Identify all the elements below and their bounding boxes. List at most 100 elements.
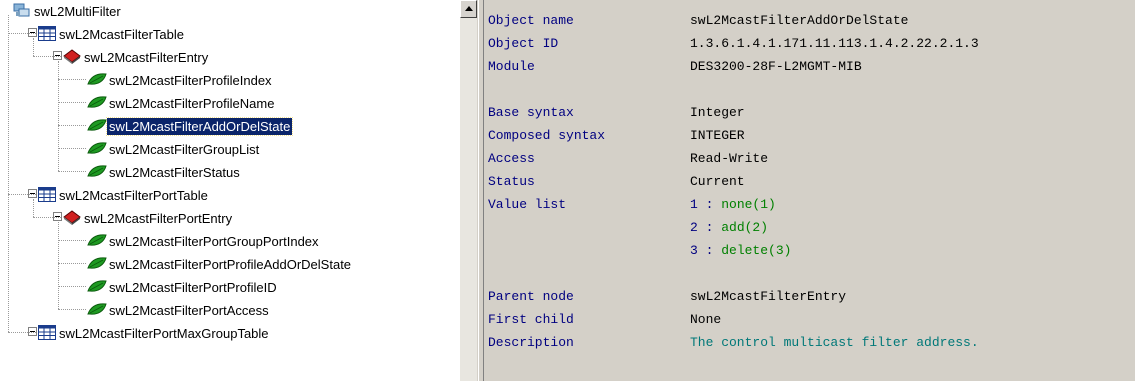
tree-node[interactable]: swL2McastFilterPortProfileAddOrDelState [107, 252, 353, 275]
tree-guide-line [58, 79, 86, 80]
table-icon [38, 25, 56, 46]
leaf-icon [87, 72, 107, 91]
tree-guide-line [8, 33, 36, 34]
leaf-icon [87, 164, 107, 183]
base-syntax-value: Integer [690, 105, 745, 120]
tree-guide-line [33, 38, 34, 56]
tree-node-label: swL2McastFilterPortTable [59, 187, 208, 203]
object-id-value: 1.3.6.1.4.1.171.11.113.1.4.2.22.2.1.3 [690, 36, 979, 51]
tree-guide-line [58, 102, 86, 103]
tree-guide-line [58, 222, 59, 309]
tree-node[interactable]: swL2McastFilterPortMaxGroupTable [57, 321, 271, 344]
tree-node[interactable]: swL2McastFilterPortAccess [107, 298, 271, 321]
object-name-value: swL2McastFilterAddOrDelState [690, 13, 909, 28]
parent-node-key: Parent node [488, 289, 574, 304]
object-name-key: Object name [488, 13, 574, 28]
tree-node-label: swL2McastFilterProfileName [109, 95, 275, 111]
tree-node-label: swL2McastFilterAddOrDelState [105, 116, 294, 136]
value-list-number: 2 : [690, 220, 714, 235]
tree-node-label: swL2McastFilterPortProfileAddOrDelState [109, 256, 352, 272]
table-icon [38, 324, 56, 345]
tree-node[interactable]: swL2McastFilterGroupList [107, 137, 261, 160]
tree-guide-line [58, 309, 86, 310]
scroll-up-button[interactable] [460, 0, 477, 18]
first-child-key: First child [488, 312, 574, 327]
tree-node-label: swL2McastFilterProfileIndex [109, 72, 272, 88]
tree-guide-line [58, 171, 86, 172]
value-list-number: 3 : [690, 243, 714, 258]
tree-node[interactable]: swL2McastFilterPortEntry [82, 206, 234, 229]
tree-node[interactable]: swL2McastFilterProfileName [107, 91, 276, 114]
tree-guide-line [8, 15, 9, 332]
tree-guide-line [8, 332, 36, 333]
tree-node[interactable]: swL2McastFilterPortTable [57, 183, 210, 206]
tree-node-label: swL2McastFilterPortAccess [109, 302, 269, 318]
tree-guide-line [58, 148, 86, 149]
description-value: The control multicast filter address. [690, 335, 979, 350]
leaf-icon [87, 279, 107, 298]
tree-node-label: swL2McastFilterEntry [84, 49, 209, 65]
tree-node-label: swL2McastFilterGroupList [109, 141, 260, 157]
tree-node-selected[interactable]: swL2McastFilterAddOrDelState [105, 114, 294, 137]
access-key: Access [488, 151, 535, 166]
tree-node-label: swL2McastFilterPortProfileID [109, 279, 277, 295]
value-list-item: 1 : none(1) [690, 193, 776, 216]
tree-guide-line [8, 194, 36, 195]
entry-icon [62, 209, 82, 230]
tree-node-label: swL2McastFilterTable [59, 26, 184, 42]
status-key: Status [488, 174, 535, 189]
value-list-label: none(1) [721, 197, 776, 212]
value-list-item: 3 : delete(3) [690, 239, 791, 262]
value-list-label: add(2) [721, 220, 769, 235]
tree-guide-line [58, 61, 59, 171]
tree-guide-line [33, 56, 61, 57]
value-list-number: 1 : [690, 197, 714, 212]
tree-node[interactable]: swL2McastFilterTable [57, 22, 186, 45]
module-key: Module [488, 59, 535, 74]
leaf-icon [87, 233, 107, 252]
entry-icon [62, 48, 82, 69]
object-id-key: Object ID [488, 36, 559, 51]
tree-node[interactable]: swL2McastFilterEntry [82, 45, 210, 68]
composed-syntax-value: INTEGER [690, 128, 745, 143]
leaf-icon [87, 141, 107, 160]
tree-node[interactable]: swL2MultiFilter [32, 0, 123, 22]
tree-node-label: swL2McastFilterPortEntry [84, 210, 233, 226]
value-list-label: delete(3) [721, 243, 792, 258]
leaf-icon [87, 302, 107, 321]
first-child-value: None [690, 312, 722, 327]
tree-guide-line [33, 217, 61, 218]
tree-guide-line [33, 199, 34, 217]
tree-guide-line [58, 263, 86, 264]
leaf-icon [87, 95, 107, 114]
tree-vertical-scrollbar[interactable] [460, 0, 477, 381]
table-icon [38, 186, 56, 207]
parent-node-value: swL2McastFilterEntry [690, 289, 847, 304]
tree-guide-line [58, 125, 86, 126]
tree-node-label: swL2McastFilterPortMaxGroupTable [59, 325, 269, 341]
tree-guide-line [58, 240, 86, 241]
leaf-icon [87, 256, 107, 275]
composed-syntax-key: Composed syntax [488, 128, 606, 143]
tree-guide-line [58, 286, 86, 287]
value-list-key: Value list [488, 197, 567, 212]
tree-node[interactable]: swL2McastFilterStatus [107, 160, 242, 183]
mib-tree-pane[interactable]: swL2MultiFilter swL2McastFilterTable swL2M… [0, 0, 460, 381]
network-icon [13, 2, 31, 23]
module-value: DES3200-28F-L2MGMT-MIB [690, 59, 862, 74]
value-list-item: 2 : add(2) [690, 216, 768, 239]
pane-splitter[interactable] [477, 0, 485, 381]
tree-node[interactable]: swL2McastFilterPortProfileID [107, 275, 279, 298]
status-value: Current [690, 174, 745, 189]
mib-tree[interactable]: swL2MultiFilter swL2McastFilterTable swL2M… [0, 0, 460, 381]
tree-node[interactable]: swL2McastFilterPortGroupPortIndex [107, 229, 321, 252]
tree-node-label: swL2MultiFilter [34, 3, 121, 19]
description-key: Description [488, 335, 574, 350]
tree-node[interactable]: swL2McastFilterProfileIndex [107, 68, 274, 91]
tree-node-label: swL2McastFilterPortGroupPortIndex [109, 233, 319, 249]
object-detail-pane: Object name swL2McastFilterAddOrDelState… [485, 0, 1135, 381]
tree-node-label: swL2McastFilterStatus [109, 164, 240, 180]
access-value: Read-Write [690, 151, 769, 166]
leaf-icon [87, 118, 107, 137]
base-syntax-key: Base syntax [488, 105, 574, 120]
